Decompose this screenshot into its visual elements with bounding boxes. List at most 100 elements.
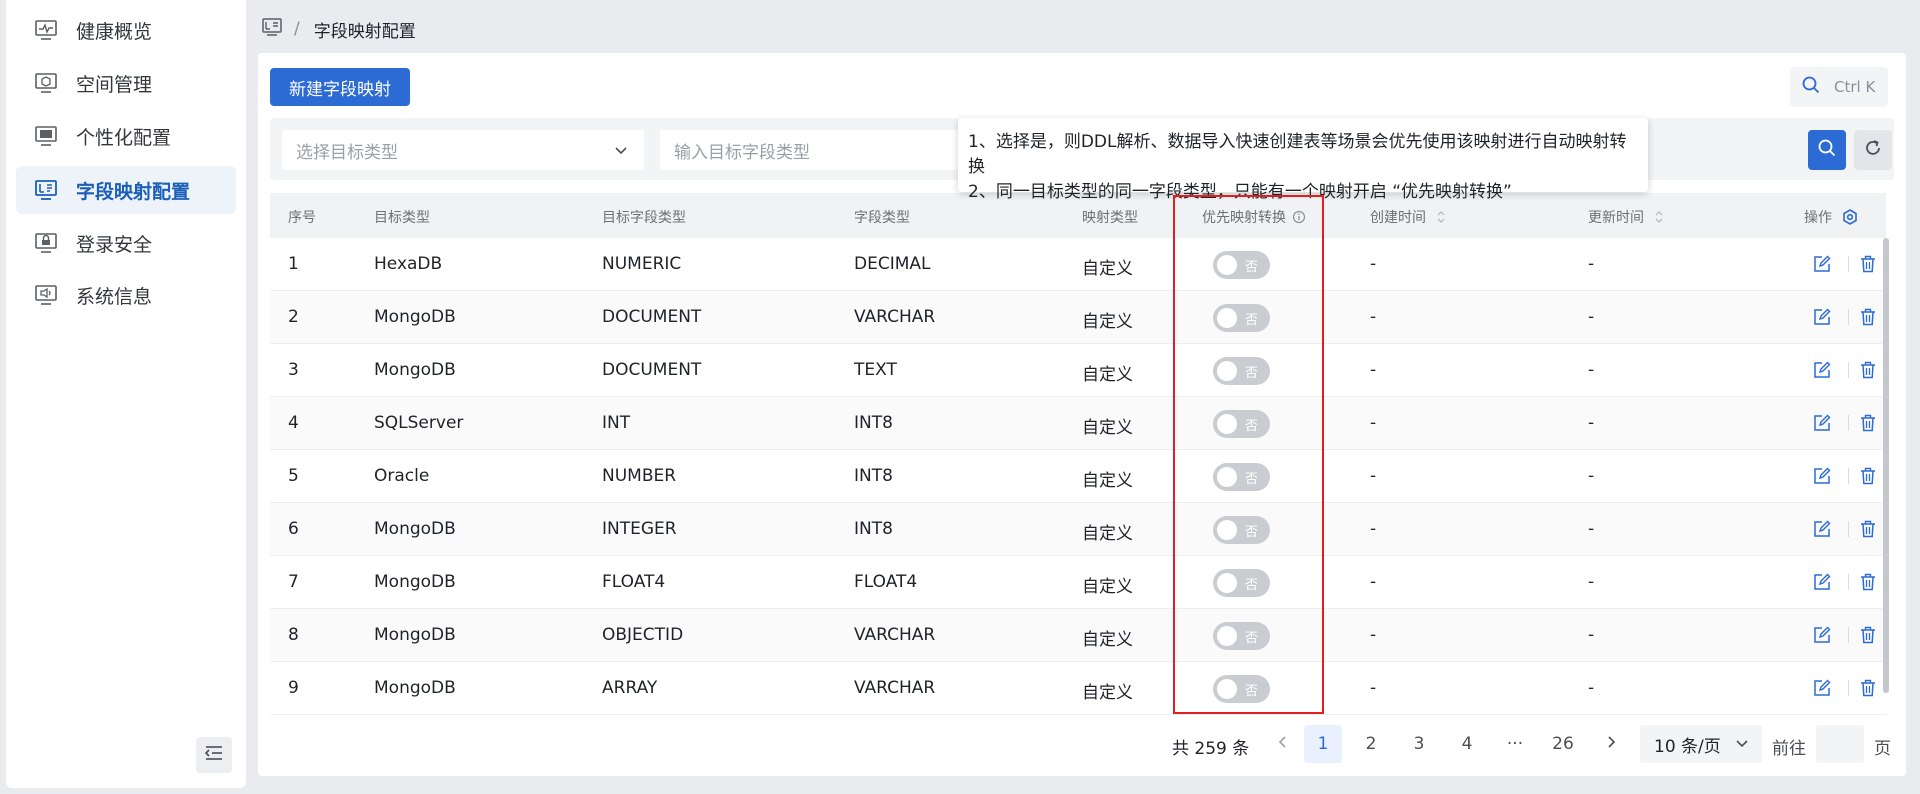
info-icon[interactable] — [1292, 210, 1306, 224]
cell-updated-time: - — [1588, 360, 1595, 380]
cell-field-type: TEXT — [854, 360, 897, 380]
pagination-page-4[interactable]: 4 — [1448, 725, 1486, 763]
sidebar-item-health-overview[interactable]: 健康概览 — [16, 6, 236, 54]
cell-field-type: VARCHAR — [854, 625, 936, 645]
cell-target-type: MongoDB — [374, 307, 456, 327]
sidebar-item-label: 系统信息 — [76, 285, 153, 308]
edit-icon[interactable] — [1810, 570, 1834, 594]
edit-icon[interactable] — [1810, 676, 1834, 700]
global-search-button[interactable]: Ctrl K — [1790, 67, 1888, 107]
action-divider — [1848, 680, 1849, 696]
refresh-icon — [1864, 139, 1882, 161]
cell-target-type: Oracle — [374, 466, 430, 486]
cell-target-type: MongoDB — [374, 572, 456, 592]
sidebar-item-label: 字段映射配置 — [76, 180, 191, 203]
delete-icon[interactable] — [1856, 252, 1880, 276]
column-settings-icon[interactable] — [1842, 209, 1858, 225]
home-monitor-icon[interactable] — [262, 17, 282, 41]
pagination-total: 共 259 条 — [1172, 739, 1250, 759]
pagination-page-1[interactable]: 1 — [1304, 725, 1342, 763]
chevron-right-icon — [1606, 734, 1616, 754]
priority-toggle[interactable]: 否 — [1213, 516, 1270, 544]
toggle-knob — [1217, 255, 1237, 275]
toggle-knob — [1217, 573, 1237, 593]
cell-updated-time: - — [1588, 625, 1595, 645]
reset-button[interactable] — [1854, 130, 1892, 170]
edit-icon[interactable] — [1810, 305, 1834, 329]
delete-icon[interactable] — [1856, 517, 1880, 541]
priority-toggle[interactable]: 否 — [1213, 304, 1270, 332]
action-divider — [1848, 415, 1849, 431]
cell-mapping-type: 自定义 — [1082, 418, 1133, 438]
sidebar-item-space-management[interactable]: 空间管理 — [16, 59, 236, 107]
sidebar-item-field-mapping[interactable]: 字段映射配置 — [16, 166, 236, 214]
edit-icon[interactable] — [1810, 517, 1834, 541]
page-size-select[interactable]: 10 条/页 — [1640, 725, 1762, 763]
priority-toggle[interactable]: 否 — [1213, 569, 1270, 597]
cell-target-field-type: DOCUMENT — [602, 307, 702, 327]
sidebar-item-system-info[interactable]: 系统信息 — [16, 271, 236, 319]
col-created-time[interactable]: 创建时间 — [1370, 207, 1446, 227]
col-updated-time[interactable]: 更新时间 — [1588, 207, 1664, 227]
edit-icon[interactable] — [1810, 411, 1834, 435]
target-type-select[interactable]: 选择目标类型 — [282, 130, 644, 170]
new-field-mapping-button[interactable]: 新建字段映射 — [270, 68, 410, 106]
table-row: 4 SQLServer INT INT8 自定义 - - 否 — [270, 397, 1886, 450]
delete-icon[interactable] — [1856, 358, 1880, 382]
pagination-page-last[interactable]: 26 — [1544, 725, 1582, 763]
target-field-type-input[interactable]: 输入目标字段类型 — [660, 130, 960, 170]
sidebar-item-personalization[interactable]: 个性化配置 — [16, 112, 236, 160]
edit-icon[interactable] — [1810, 623, 1834, 647]
cell-index: 8 — [288, 625, 299, 645]
table-scrollbar[interactable] — [1883, 238, 1889, 693]
cell-target-field-type: ARRAY — [602, 678, 658, 698]
priority-toggle[interactable]: 否 — [1213, 410, 1270, 438]
edit-icon[interactable] — [1810, 252, 1834, 276]
cell-mapping-type: 自定义 — [1082, 471, 1133, 491]
toggle-label: 否 — [1245, 684, 1259, 699]
monitor-lock-icon — [34, 231, 58, 255]
edit-icon[interactable] — [1810, 358, 1834, 382]
search-icon — [1802, 76, 1820, 98]
toggle-label: 否 — [1245, 260, 1259, 275]
breadcrumb-current: 字段映射配置 — [313, 21, 416, 42]
search-button[interactable] — [1808, 130, 1846, 170]
pagination-next-button[interactable] — [1592, 725, 1630, 763]
cell-index: 3 — [288, 360, 299, 380]
search-icon — [1818, 139, 1836, 161]
priority-toggle[interactable]: 否 — [1213, 463, 1270, 491]
priority-toggle[interactable]: 否 — [1213, 357, 1270, 385]
chevron-left-icon — [1278, 734, 1288, 754]
monitor-info-icon — [34, 283, 58, 307]
toggle-knob — [1217, 361, 1237, 381]
table-row: 1 HexaDB NUMERIC DECIMAL 自定义 - - 否 — [270, 238, 1886, 291]
pagination-prev-button[interactable] — [1264, 725, 1302, 763]
priority-toggle[interactable]: 否 — [1213, 622, 1270, 650]
cell-created-time: - — [1370, 307, 1377, 327]
delete-icon[interactable] — [1856, 676, 1880, 700]
pagination-page-2[interactable]: 2 — [1352, 725, 1390, 763]
edit-icon[interactable] — [1810, 464, 1834, 488]
col-priority-label: 优先映射转换 — [1202, 210, 1286, 226]
pagination-ellipsis[interactable]: ··· — [1496, 725, 1534, 763]
cell-target-type: SQLServer — [374, 413, 464, 433]
cell-mapping-type: 自定义 — [1082, 312, 1133, 332]
delete-icon[interactable] — [1856, 623, 1880, 647]
sidebar-collapse-button[interactable] — [196, 737, 232, 773]
monitor-user-icon — [34, 124, 58, 148]
cell-created-time: - — [1370, 519, 1377, 539]
cell-mapping-type: 自定义 — [1082, 365, 1133, 385]
sidebar-item-login-security[interactable]: 登录安全 — [16, 219, 236, 267]
delete-icon[interactable] — [1856, 464, 1880, 488]
pagination-page-3[interactable]: 3 — [1400, 725, 1438, 763]
cell-mapping-type: 自定义 — [1082, 524, 1133, 544]
collapse-menu-icon — [204, 745, 223, 765]
delete-icon[interactable] — [1856, 570, 1880, 594]
delete-icon[interactable] — [1856, 305, 1880, 329]
priority-toggle[interactable]: 否 — [1213, 675, 1270, 703]
delete-icon[interactable] — [1856, 411, 1880, 435]
priority-toggle[interactable]: 否 — [1213, 251, 1270, 279]
cell-index: 9 — [288, 678, 299, 698]
table-row: 8 MongoDB OBJECTID VARCHAR 自定义 - - 否 — [270, 609, 1886, 662]
goto-page-input[interactable] — [1816, 725, 1864, 763]
